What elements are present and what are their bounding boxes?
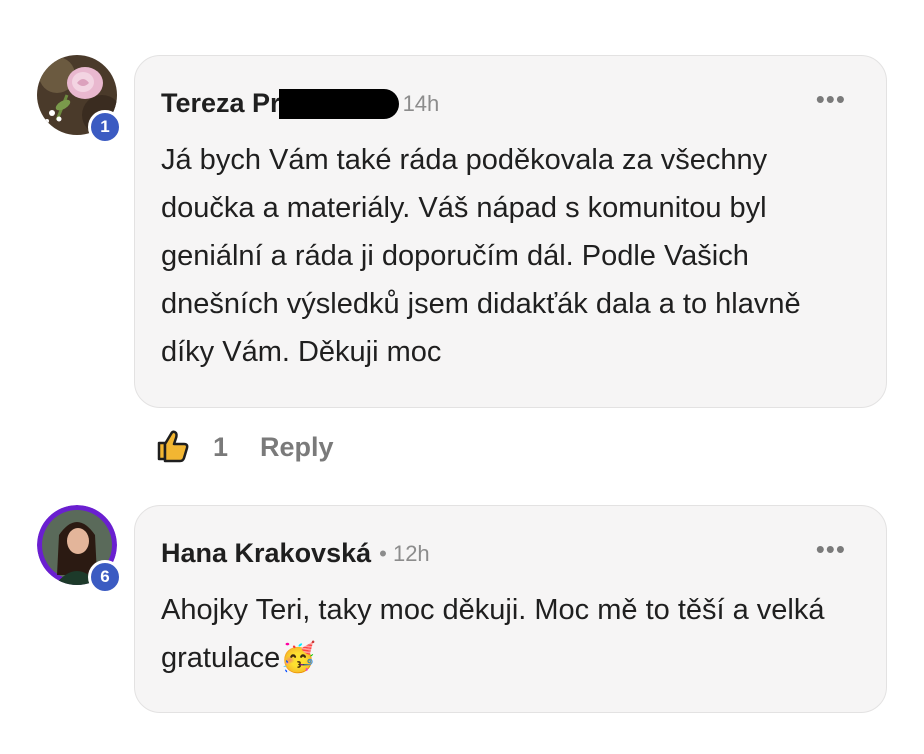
more-options-icon[interactable]: ••• bbox=[816, 86, 846, 112]
more-options-icon[interactable]: ••• bbox=[816, 536, 846, 562]
rank-badge: 6 bbox=[88, 560, 122, 594]
comment-text: Ahojky Teri, taky moc děkuji. Moc mě to … bbox=[161, 594, 825, 674]
party-face-emoji: 🥳 bbox=[280, 642, 317, 674]
comment-actions: 1 Reply bbox=[155, 427, 334, 468]
comment-text: Já bych Vám také ráda poděkovala za všec… bbox=[161, 144, 801, 368]
author-name[interactable]: Hana Krakovská bbox=[161, 538, 371, 569]
author-name[interactable]: Tereza Pr bbox=[161, 88, 281, 119]
comment-time: 14h bbox=[402, 90, 440, 116]
thumbs-up-icon[interactable] bbox=[155, 427, 191, 468]
rank-badge: 1 bbox=[88, 110, 122, 144]
comment-header: Hana Krakovská • 12h bbox=[161, 538, 430, 569]
comment-header: Tereza Pr 14h bbox=[161, 88, 439, 119]
avatar-tereza[interactable]: 1 bbox=[37, 55, 122, 144]
comment-bubble: Tereza Pr 14h ••• Já bych Vám také ráda … bbox=[134, 55, 887, 408]
comment-time: • 12h bbox=[379, 540, 430, 566]
comment-bubble: Hana Krakovská • 12h ••• Ahojky Teri, ta… bbox=[134, 505, 887, 713]
like-count: 1 bbox=[213, 432, 229, 462]
reply-button[interactable]: Reply bbox=[260, 432, 334, 463]
redaction-bar bbox=[278, 88, 399, 119]
avatar-hana[interactable]: 6 bbox=[37, 505, 122, 594]
